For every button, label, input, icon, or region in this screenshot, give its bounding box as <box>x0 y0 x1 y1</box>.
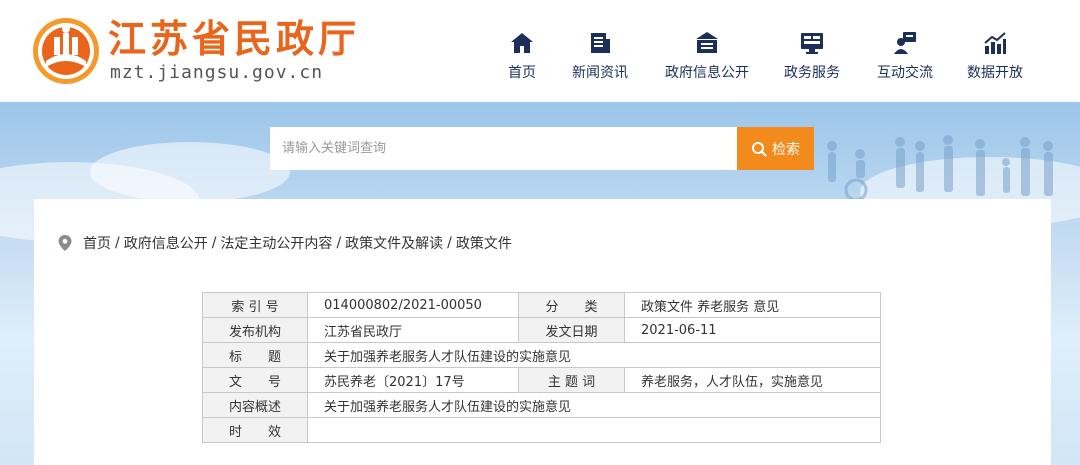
breadcrumb-link-policy-interpretation[interactable]: 政策文件及解读 <box>345 233 443 253</box>
breadcrumb-link-home[interactable]: 首页 <box>83 233 111 253</box>
meta-label-title: 标 题 <box>202 342 308 368</box>
nav-item-interaction[interactable]: 互动交流 <box>870 30 940 86</box>
meta-label-index: 索 引 号 <box>202 292 308 318</box>
search-input[interactable] <box>270 127 737 170</box>
site-title: 江苏省民政厅 <box>108 16 361 61</box>
main-nav: 首页 新闻资讯 政府信息公开 政务服务 互动交流 数据开放 <box>490 30 1050 86</box>
logo-emblem-icon <box>33 18 99 84</box>
table-row: 时 效 <box>202 417 881 443</box>
meta-value-keywords: 养老服务，人才队伍，实施意见 <box>624 367 881 393</box>
monitor-service-icon <box>801 33 823 54</box>
meta-label-issuer: 发布机构 <box>202 317 308 343</box>
meta-label-date: 发文日期 <box>518 317 625 343</box>
meta-value-document-number: 苏民养老〔2021〕17号 <box>307 367 519 393</box>
nav-label: 新闻资讯 <box>572 65 628 81</box>
people-silhouette-illustration <box>827 135 1053 202</box>
content-panel: 首页 / 政府信息公开 / 法定主动公开内容 / 政策文件及解读 / 政策文件 … <box>34 199 1051 465</box>
meta-value-summary: 关于加强养老服务人才队伍建设的实施意见 <box>307 392 881 418</box>
meta-label-summary: 内容概述 <box>202 392 308 418</box>
news-icon <box>591 33 610 53</box>
document-metadata-table: 索 引 号 014000802/2021-00050 分 类 政策文件 养老服务… <box>202 292 881 443</box>
nav-item-gov-info[interactable]: 政府信息公开 <box>658 30 756 86</box>
meta-value-index: 014000802/2021-00050 <box>307 292 519 318</box>
search-button-label: 检索 <box>772 141 800 158</box>
breadcrumb-link-mandatory-disclosure[interactable]: 法定主动公开内容 <box>220 233 332 253</box>
nav-label: 政府信息公开 <box>665 65 749 81</box>
meta-label-keywords: 主 题 词 <box>518 367 625 393</box>
breadcrumb-separator: / <box>211 235 217 251</box>
breadcrumb-separator: / <box>115 235 120 251</box>
location-pin-icon <box>58 235 72 251</box>
meta-value-date: 2021-06-11 <box>624 317 881 343</box>
home-icon <box>511 33 533 53</box>
nav-label: 数据开放 <box>967 65 1023 81</box>
table-row: 文 号 苏民养老〔2021〕17号 主 题 词 养老服务，人才队伍，实施意见 <box>202 367 881 393</box>
meta-label-category: 分 类 <box>518 292 625 318</box>
search-button[interactable]: 检索 <box>737 127 814 170</box>
meta-value-category: 政策文件 养老服务 意见 <box>624 292 881 318</box>
breadcrumb-link-policy-documents[interactable]: 政策文件 <box>456 233 512 253</box>
meta-label-validity: 时 效 <box>202 417 308 443</box>
breadcrumb-link-gov-info[interactable]: 政府信息公开 <box>124 233 208 253</box>
table-row: 内容概述 关于加强养老服务人才队伍建设的实施意见 <box>202 392 881 418</box>
site-header: 江苏省民政厅 mzt.jiangsu.gov.cn 首页 新闻资讯 政府信息公开… <box>0 0 1080 102</box>
meta-value-title: 关于加强养老服务人才队伍建设的实施意见 <box>307 342 881 368</box>
table-row: 索 引 号 014000802/2021-00050 分 类 政策文件 养老服务… <box>202 292 881 318</box>
nav-label: 政务服务 <box>784 65 840 81</box>
site-logo[interactable]: 江苏省民政厅 mzt.jiangsu.gov.cn <box>32 14 372 88</box>
nav-item-news[interactable]: 新闻资讯 <box>562 30 638 86</box>
breadcrumb-separator: / <box>447 235 452 251</box>
breadcrumb-separator: / <box>336 235 342 251</box>
nav-label: 互动交流 <box>877 65 933 81</box>
government-building-icon <box>696 32 718 53</box>
meta-label-document-number: 文 号 <box>202 367 308 393</box>
meta-value-issuer: 江苏省民政厅 <box>307 317 519 343</box>
user-chat-icon <box>894 32 916 54</box>
search-icon <box>752 141 767 157</box>
meta-value-validity <box>307 417 881 443</box>
nav-item-open-data[interactable]: 数据开放 <box>960 30 1030 86</box>
search-bar: 检索 <box>270 127 814 170</box>
table-row: 发布机构 江苏省民政厅 发文日期 2021-06-11 <box>202 317 881 343</box>
table-row: 标 题 关于加强养老服务人才队伍建设的实施意见 <box>202 342 881 368</box>
nav-item-home[interactable]: 首页 <box>490 30 554 86</box>
site-url: mzt.jiangsu.gov.cn <box>110 62 324 83</box>
nav-item-gov-services[interactable]: 政务服务 <box>777 30 847 86</box>
cloud-decoration <box>90 142 290 202</box>
nav-label: 首页 <box>508 65 536 81</box>
bar-chart-icon <box>984 32 1006 54</box>
breadcrumb: 首页 / 政府信息公开 / 法定主动公开内容 / 政策文件及解读 / 政策文件 <box>58 233 512 253</box>
